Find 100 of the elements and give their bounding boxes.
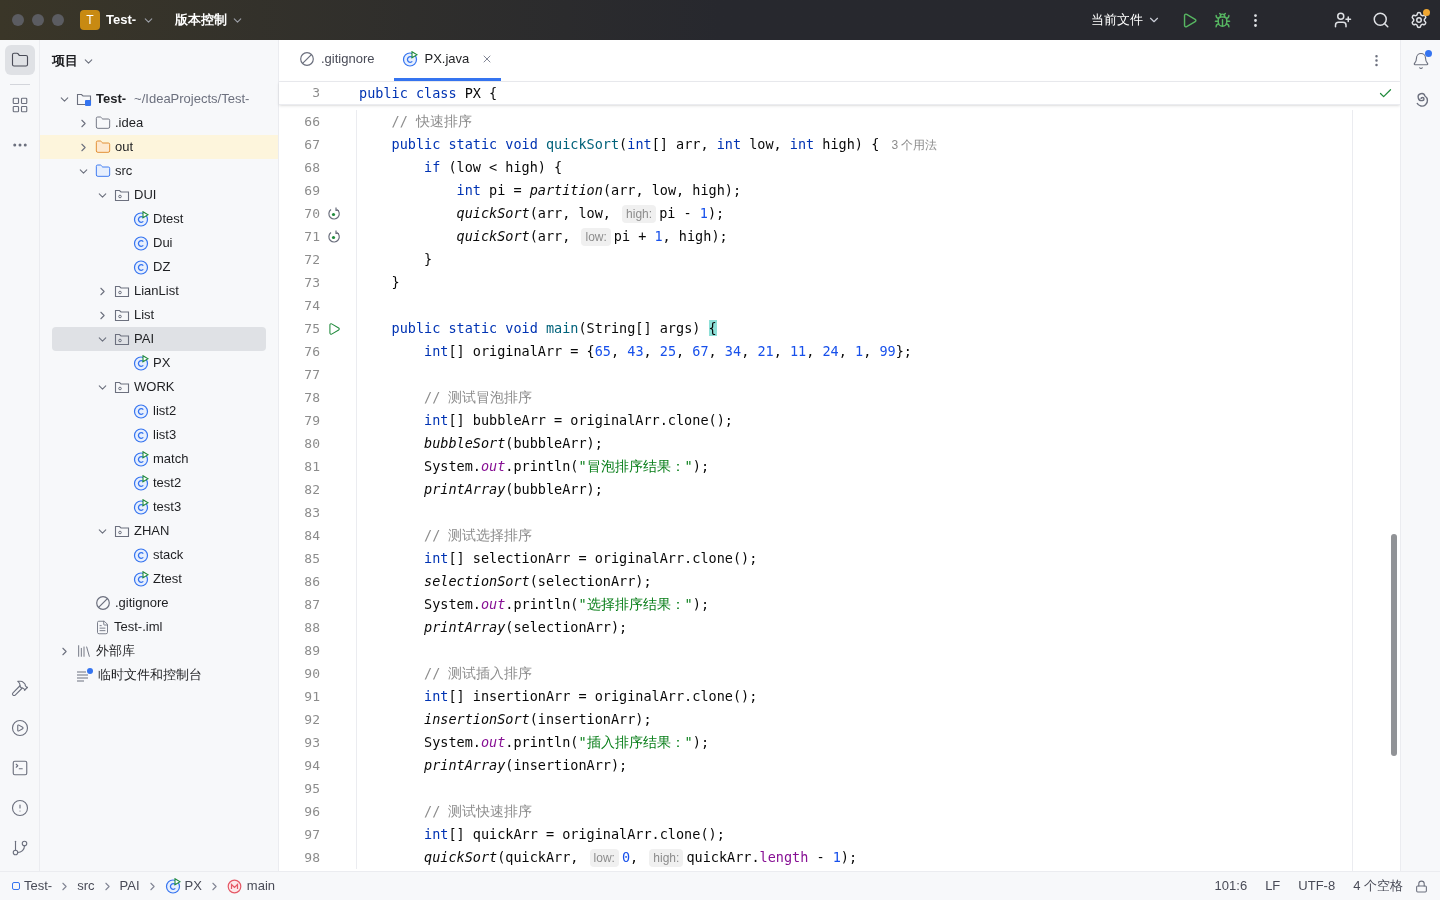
- code-line: // 测试冒泡排序: [424, 388, 533, 408]
- tree-item[interactable]: out: [40, 135, 278, 159]
- code-line: int[] selectionArr = originalArr.clone();: [424, 549, 758, 569]
- line-number: 68: [303, 158, 320, 177]
- tree-item[interactable]: Dtest: [40, 207, 278, 231]
- usages-hint[interactable]: 3 个用法: [891, 135, 938, 154]
- breadcrumb[interactable]: PX: [164, 876, 202, 896]
- line-number: 87: [303, 595, 320, 614]
- line-number: 76: [303, 342, 320, 361]
- code-line: int[] originalArr = {65, 43, 25, 67, 34, 21, 11, 24, 1, 99};: [424, 342, 912, 362]
- ignored-file-icon: [95, 595, 111, 611]
- tree-item[interactable]: list2: [40, 399, 278, 423]
- tree-item[interactable]: .gitignore: [40, 591, 278, 615]
- line-separator[interactable]: LF: [1265, 876, 1281, 896]
- search-icon[interactable]: [1372, 11, 1390, 29]
- tree-item-label: WORK: [134, 378, 175, 397]
- terminal-icon[interactable]: [10, 759, 29, 777]
- package-icon: [114, 187, 130, 203]
- class-icon: [133, 403, 149, 419]
- debug-icon[interactable]: [1214, 11, 1231, 29]
- project-badge: T: [80, 10, 100, 30]
- line-number: 79: [303, 411, 320, 430]
- tree-item[interactable]: test3: [40, 495, 278, 519]
- tree-item[interactable]: match: [40, 447, 278, 471]
- code-line: // 测试选择排序: [424, 526, 533, 546]
- runnable-class-icon: [133, 211, 149, 227]
- tree-item[interactable]: 临时文件和控制台: [40, 663, 278, 687]
- breadcrumb[interactable]: PAI: [119, 876, 140, 896]
- folder-icon: [10, 51, 29, 69]
- tree-item[interactable]: DUI: [40, 183, 278, 207]
- add-user-icon[interactable]: [1334, 11, 1352, 29]
- tree-item[interactable]: Dui: [40, 231, 278, 255]
- git-icon[interactable]: [10, 839, 29, 857]
- tree-item-label: Ztest: [153, 570, 182, 589]
- close-window-button[interactable]: [12, 14, 24, 26]
- build-icon[interactable]: [10, 679, 29, 697]
- tree-item[interactable]: list3: [40, 423, 278, 447]
- line-number: 86: [303, 572, 320, 591]
- tree-item[interactable]: test2: [40, 471, 278, 495]
- line-number: 84: [303, 526, 320, 545]
- run-icon[interactable]: [10, 719, 29, 737]
- line-number: 95: [303, 779, 320, 798]
- settings-icon[interactable]: [1410, 11, 1428, 29]
- tree-item[interactable]: Test-.iml: [40, 615, 278, 639]
- vcs-menu[interactable]: 版本控制: [175, 10, 245, 30]
- line-number: 69: [303, 181, 320, 200]
- structure-icon[interactable]: [10, 96, 29, 114]
- tree-item[interactable]: DZ: [40, 255, 278, 279]
- tree-item[interactable]: .idea: [40, 111, 278, 135]
- tree-item[interactable]: LianList: [40, 279, 278, 303]
- tree-item[interactable]: ZHAN: [40, 519, 278, 543]
- tree-item[interactable]: PAI: [52, 327, 266, 351]
- caret-position[interactable]: 101:6: [1214, 876, 1248, 896]
- code-line: System.out.println("冒泡排序结果：");: [424, 457, 709, 477]
- code-line: int pi = partition(arr, low, high);: [456, 181, 742, 201]
- runnable-class-icon: [133, 499, 149, 515]
- tree-item[interactable]: src: [40, 159, 278, 183]
- tree-item[interactable]: Test- ~/IdeaProjects/Test-: [40, 87, 278, 111]
- editor-tab[interactable]: .gitignore: [291, 40, 383, 81]
- line-number: 82: [303, 480, 320, 499]
- tree-item-label: DUI: [134, 186, 157, 205]
- tree-item-label: Dtest: [153, 210, 184, 229]
- tree-item[interactable]: Ztest: [40, 567, 278, 591]
- code-line: int[] quickArr = originalArr.clone();: [424, 825, 725, 845]
- folder-icon: [95, 163, 111, 179]
- recursion-icon: [327, 229, 341, 244]
- indent-setting[interactable]: 4 个空格: [1353, 876, 1403, 896]
- project-tool-button[interactable]: [4, 45, 35, 75]
- tree-item-label: .gitignore: [115, 594, 169, 613]
- run-configuration-selector[interactable]: 当前文件: [1091, 10, 1161, 30]
- run-icon[interactable]: [1181, 11, 1198, 29]
- tree-item[interactable]: 外部库: [40, 639, 278, 663]
- line-number: 78: [303, 388, 320, 407]
- minimize-window-button[interactable]: [32, 14, 44, 26]
- panel-title[interactable]: 项目: [52, 51, 78, 71]
- tree-item[interactable]: List: [40, 303, 278, 327]
- project-selector[interactable]: T Test-: [80, 10, 156, 30]
- tree-item[interactable]: PX: [40, 351, 278, 375]
- problems-icon[interactable]: [10, 799, 29, 817]
- tree-item-label: Test-: [96, 90, 127, 109]
- scrollbar-thumb[interactable]: [1391, 534, 1397, 756]
- breadcrumb[interactable]: main: [226, 876, 276, 896]
- module-icon: [12, 882, 20, 890]
- file-encoding[interactable]: UTF-8: [1298, 876, 1336, 896]
- lock-icon[interactable]: [1415, 879, 1428, 893]
- run-icon[interactable]: [327, 321, 341, 336]
- tree-item[interactable]: stack: [40, 543, 278, 567]
- tree-item[interactable]: WORK: [40, 375, 278, 399]
- tree-item-label: list3: [153, 426, 177, 445]
- zoom-window-button[interactable]: [52, 14, 64, 26]
- tree-item-label: Test-.iml: [114, 618, 163, 637]
- notifications-icon[interactable]: [1411, 52, 1430, 70]
- line-number: 94: [303, 756, 320, 775]
- line-number: 83: [303, 503, 320, 522]
- code-line: }: [391, 273, 400, 293]
- line-number: 90: [303, 664, 320, 683]
- runnable-class-icon: [133, 355, 149, 371]
- breadcrumb[interactable]: Test-: [12, 876, 53, 896]
- code-line: 0,: [621, 848, 640, 868]
- breadcrumb[interactable]: src: [77, 876, 95, 896]
